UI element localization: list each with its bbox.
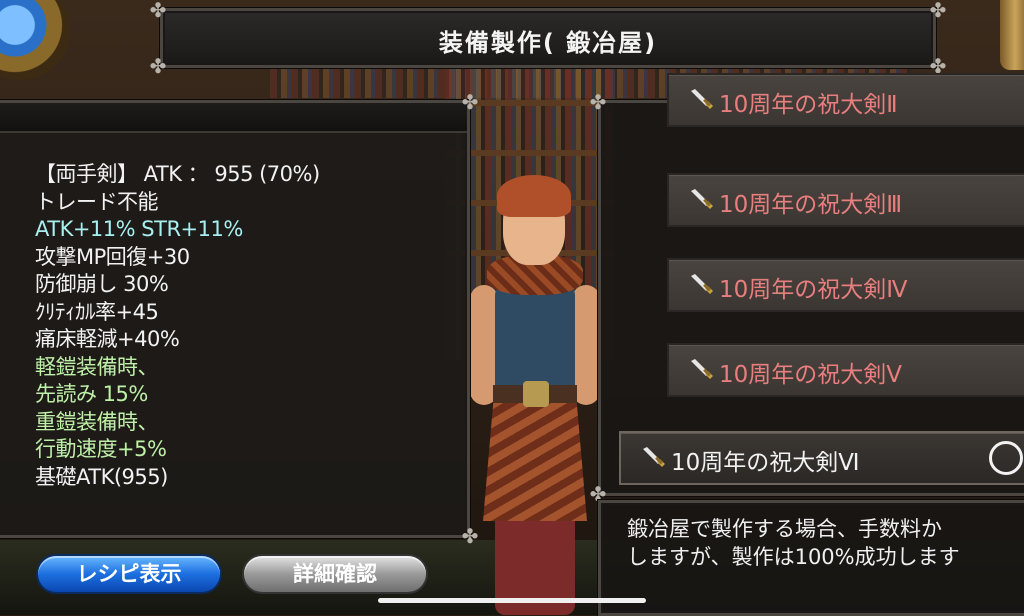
stat-line: 【両手剣】 ATK ： 955 (70%) bbox=[35, 162, 320, 186]
stat-line: 痛床軽減+40% bbox=[35, 327, 180, 351]
message-line: しますが、製作は100%成功します bbox=[627, 545, 960, 569]
sword-icon bbox=[641, 447, 667, 469]
message-text: 鍛冶屋で製作する場合、手数料か しますが、製作は100%成功します bbox=[627, 515, 960, 571]
recipe-item-label: 10周年の祝大剣Ⅱ bbox=[719, 92, 898, 118]
radio-circle-icon[interactable] bbox=[989, 441, 1023, 475]
stat-line: 重鎧装備時、 bbox=[35, 409, 158, 434]
stat-line: 先読み 15% bbox=[35, 382, 148, 406]
frame-ornament-icon: ✤ bbox=[929, 0, 947, 22]
home-indicator[interactable] bbox=[378, 598, 646, 603]
stat-line: 攻撃MP回復+30 bbox=[35, 244, 190, 269]
recipe-item[interactable]: 10周年の祝大剣Ⅳ bbox=[667, 258, 1024, 312]
stats-panel-header bbox=[0, 103, 467, 133]
sword-icon bbox=[689, 189, 715, 211]
show-recipe-button[interactable]: レシピ表示 bbox=[38, 556, 220, 592]
message-line: 鍛冶屋で製作する場合、手数料か bbox=[627, 517, 942, 541]
frame-ornament-icon: ✤ bbox=[589, 90, 607, 114]
frame-ornament-icon: ✤ bbox=[461, 524, 479, 548]
sword-icon bbox=[689, 274, 715, 296]
recipe-list-panel[interactable]: ✤ ✤ 10周年の祝大剣Ⅱ 10周年の祝大剣Ⅲ 10周年の祝大剣Ⅳ 10周年の祝大剣Ⅴ… bbox=[590, 73, 1024, 506]
sword-icon bbox=[689, 89, 715, 111]
stat-line: 基礎ATK(955) bbox=[35, 464, 168, 489]
stat-line: ATK+11% STR+11% bbox=[35, 217, 243, 241]
item-stats-panel: ✤ ✤ 【両手剣】 ATK ： 955 (70%) トレード不能 ATK+11% S… bbox=[0, 90, 478, 548]
message-panel: 鍛冶屋で製作する場合、手数料か しますが、製作は100%成功します bbox=[598, 500, 1024, 616]
frame-ornament-icon: ✤ bbox=[461, 90, 479, 114]
blacksmith-character bbox=[465, 175, 605, 615]
recipe-item[interactable]: 10周年の祝大剣Ⅲ bbox=[667, 173, 1024, 227]
shelf-board bbox=[445, 150, 615, 156]
stat-line: トレード不能 bbox=[35, 189, 158, 214]
sword-icon bbox=[689, 359, 715, 381]
title-bar: 装備製作( 鍛冶屋) ✤ ✤ ✤ ✤ bbox=[150, 0, 947, 78]
recipe-item[interactable]: 10周年の祝大剣Ⅱ bbox=[667, 73, 1024, 127]
stat-line: ｸﾘﾃｨｶﾙ率+45 bbox=[35, 299, 159, 324]
recipe-item-label: 10周年の祝大剣Ⅴ bbox=[719, 362, 903, 388]
recipe-item-label: 10周年の祝大剣Ⅵ bbox=[671, 450, 860, 476]
recipe-item[interactable]: 10周年の祝大剣Ⅴ bbox=[667, 343, 1024, 397]
frame-ornament-icon: ✤ bbox=[149, 54, 167, 78]
recipe-item[interactable]: 10周年の祝大剣Ⅵ bbox=[619, 431, 1024, 485]
page-title: 装備製作( 鍛冶屋) bbox=[438, 29, 658, 57]
item-stats-list: 【両手剣】 ATK ： 955 (70%) トレード不能 ATK+11% STR+1… bbox=[35, 161, 320, 491]
recipe-item-label: 10周年の祝大剣Ⅲ bbox=[719, 192, 903, 218]
detail-check-button[interactable]: 詳細確認 bbox=[244, 556, 426, 592]
stat-line: 行動速度+5% bbox=[35, 437, 167, 461]
frame-ornament-icon: ✤ bbox=[149, 0, 167, 22]
decorative-pillar bbox=[1000, 0, 1024, 70]
stat-line: 防御崩し 30% bbox=[35, 272, 169, 296]
recipe-item-label: 10周年の祝大剣Ⅳ bbox=[719, 277, 908, 303]
stat-line: 軽鎧装備時、 bbox=[35, 354, 158, 379]
menu-medallion-icon[interactable] bbox=[0, 0, 70, 80]
